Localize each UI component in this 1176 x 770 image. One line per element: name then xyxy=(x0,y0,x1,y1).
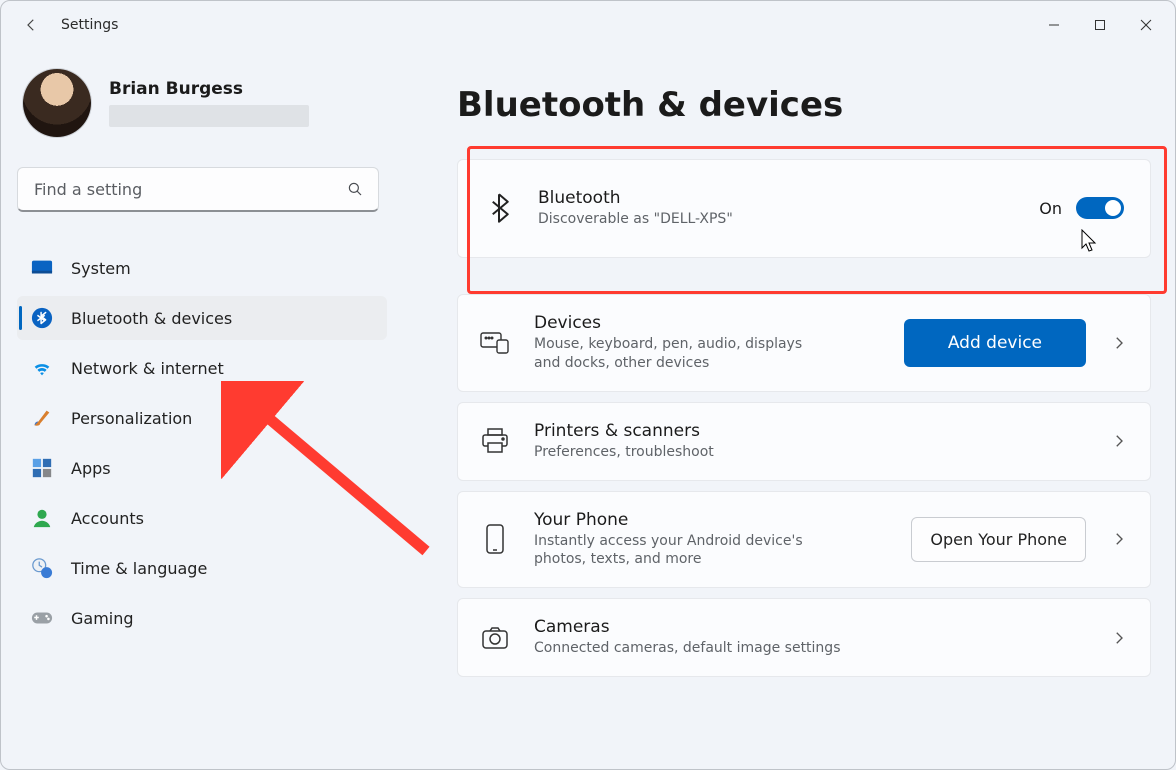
back-button[interactable] xyxy=(13,7,49,43)
devices-card[interactable]: Devices Mouse, keyboard, pen, audio, dis… xyxy=(457,294,1151,392)
minimize-button[interactable] xyxy=(1031,9,1077,41)
sidebar-item-apps[interactable]: Apps xyxy=(17,446,387,490)
bluetooth-state-label: On xyxy=(1039,199,1062,218)
cameras-sub: Connected cameras, default image setting… xyxy=(534,639,1086,658)
profile-email-redacted xyxy=(109,105,309,127)
minimize-icon xyxy=(1048,19,1060,31)
phone-icon xyxy=(480,524,510,554)
apps-icon xyxy=(31,457,53,479)
page-title: Bluetooth & devices xyxy=(457,85,1151,125)
avatar xyxy=(23,69,91,137)
printers-sub: Preferences, troubleshoot xyxy=(534,443,1086,462)
your-phone-card[interactable]: Your Phone Instantly access your Android… xyxy=(457,491,1151,589)
printer-icon xyxy=(480,426,510,456)
sidebar-item-label: Apps xyxy=(71,459,111,478)
bluetooth-sub: Discoverable as "DELL-XPS" xyxy=(538,210,1015,229)
bluetooth-card: Bluetooth Discoverable as "DELL-XPS" On xyxy=(457,159,1151,258)
phone-title: Your Phone xyxy=(534,510,887,530)
clock-globe-icon xyxy=(31,557,53,579)
search-icon xyxy=(346,180,364,198)
add-device-button[interactable]: Add device xyxy=(904,319,1086,367)
nav: System Bluetooth & devices Network & int… xyxy=(17,246,387,640)
arrow-left-icon xyxy=(22,16,40,34)
devices-sub: Mouse, keyboard, pen, audio, displays an… xyxy=(534,335,814,373)
search-input[interactable] xyxy=(32,179,346,200)
main-content: Bluetooth & devices Bluetooth Discoverab… xyxy=(417,49,1169,769)
chevron-right-icon xyxy=(1110,334,1128,352)
bluetooth-icon xyxy=(31,307,53,329)
sidebar-item-accounts[interactable]: Accounts xyxy=(17,496,387,540)
window-controls xyxy=(1031,9,1169,41)
sidebar-item-label: Accounts xyxy=(71,509,144,528)
profile-name: Brian Burgess xyxy=(109,79,309,99)
cameras-title: Cameras xyxy=(534,617,1086,637)
printers-title: Printers & scanners xyxy=(534,421,1086,441)
profile[interactable]: Brian Burgess xyxy=(23,69,387,137)
bluetooth-icon xyxy=(484,193,514,223)
devices-title: Devices xyxy=(534,313,880,333)
sidebar-item-bluetooth[interactable]: Bluetooth & devices xyxy=(17,296,387,340)
close-icon xyxy=(1140,19,1152,31)
system-icon xyxy=(31,257,53,279)
phone-sub: Instantly access your Android device's p… xyxy=(534,532,834,570)
camera-icon xyxy=(480,623,510,653)
wifi-icon xyxy=(31,357,53,379)
sidebar-item-time-language[interactable]: Time & language xyxy=(17,546,387,590)
maximize-icon xyxy=(1094,19,1106,31)
chevron-right-icon xyxy=(1110,530,1128,548)
close-button[interactable] xyxy=(1123,9,1169,41)
devices-icon xyxy=(480,328,510,358)
gamepad-icon xyxy=(31,607,53,629)
sidebar-item-label: Gaming xyxy=(71,609,134,628)
open-your-phone-button[interactable]: Open Your Phone xyxy=(911,517,1086,562)
cameras-card[interactable]: Cameras Connected cameras, default image… xyxy=(457,598,1151,677)
sidebar-item-gaming[interactable]: Gaming xyxy=(17,596,387,640)
sidebar-item-label: Personalization xyxy=(71,409,192,428)
sidebar-item-label: Bluetooth & devices xyxy=(71,309,232,328)
sidebar-item-personalization[interactable]: Personalization xyxy=(17,396,387,440)
titlebar: Settings xyxy=(1,1,1175,49)
sidebar-item-label: System xyxy=(71,259,131,278)
printers-card[interactable]: Printers & scanners Preferences, trouble… xyxy=(457,402,1151,481)
sidebar: Brian Burgess System Bluetooth & devices xyxy=(17,49,417,769)
paintbrush-icon xyxy=(31,407,53,429)
search-box[interactable] xyxy=(17,167,379,212)
sidebar-item-label: Network & internet xyxy=(71,359,224,378)
sidebar-item-label: Time & language xyxy=(71,559,207,578)
bluetooth-title: Bluetooth xyxy=(538,188,1015,208)
sidebar-item-system[interactable]: System xyxy=(17,246,387,290)
person-icon xyxy=(31,507,53,529)
maximize-button[interactable] xyxy=(1077,9,1123,41)
sidebar-item-network[interactable]: Network & internet xyxy=(17,346,387,390)
chevron-right-icon xyxy=(1110,432,1128,450)
window-title: Settings xyxy=(61,17,118,33)
chevron-right-icon xyxy=(1110,629,1128,647)
bluetooth-toggle[interactable] xyxy=(1076,197,1124,219)
